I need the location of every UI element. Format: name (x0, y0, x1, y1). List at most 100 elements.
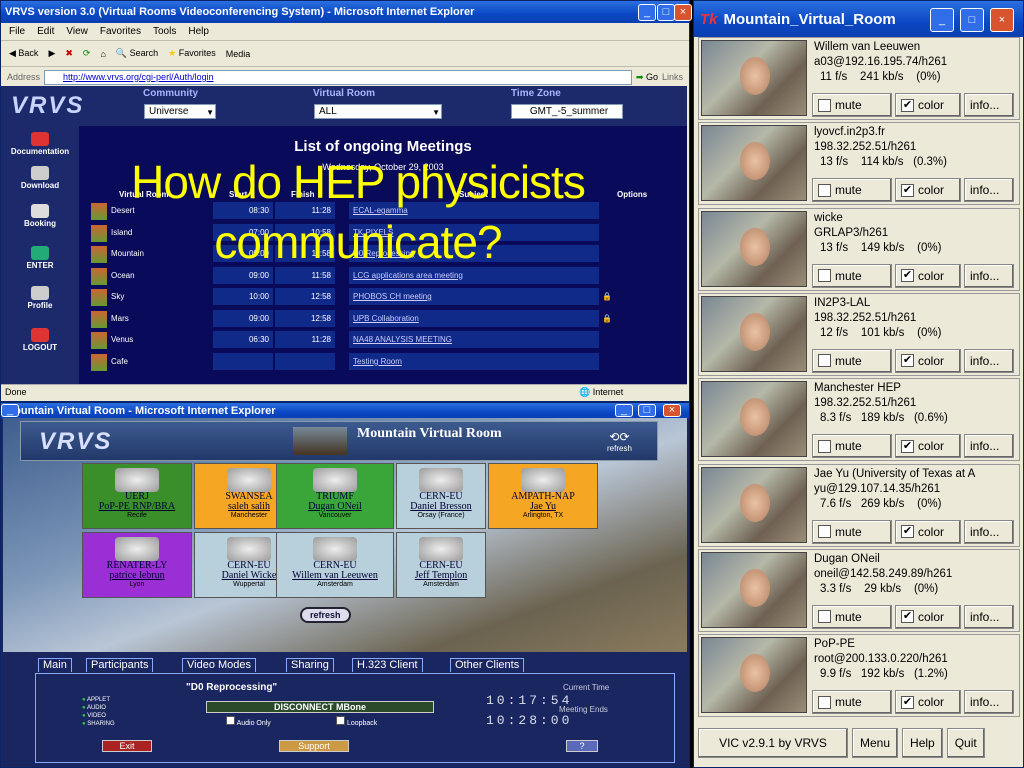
maximize-button[interactable]: □ (657, 4, 675, 21)
exit-button[interactable]: Exit (102, 740, 152, 752)
meeting-subject[interactable]: LCG applications area meeting (349, 266, 599, 284)
sidebar-item-download[interactable]: Download (5, 166, 75, 190)
go-button[interactable]: ➡ Go (636, 72, 658, 83)
maximize-button[interactable]: □ (638, 404, 656, 417)
video-thumbnail[interactable] (701, 551, 807, 628)
video-thumbnail[interactable] (701, 381, 807, 458)
site-tile[interactable]: CERN-EU Willem van Leeuwen Amsterdam (276, 532, 394, 598)
search-button[interactable]: 🔍 Search (116, 48, 158, 59)
menu-item[interactable]: View (66, 26, 88, 37)
video-thumbnail[interactable] (701, 295, 807, 372)
meeting-subject[interactable]: UPB Collaboration (349, 309, 599, 327)
site-tile[interactable]: AMPATH-NAP Jae Yu Arlington, TX (488, 463, 598, 529)
tab-h-323-client[interactable]: H.323 Client (352, 658, 423, 672)
site-tile[interactable]: CERN-EU Daniel Bresson Orsay (France) (396, 463, 486, 529)
menu-item[interactable]: Edit (37, 26, 54, 37)
site-tile[interactable]: RENATER-LY patrice lebrun Lyon (82, 532, 192, 598)
links-label[interactable]: Links (662, 72, 689, 82)
refresh-link[interactable]: ⟲⟳ refresh (607, 430, 632, 453)
room-name[interactable]: Cafe (111, 353, 128, 370)
site-tile[interactable]: UERJ PoP-PE RNP/BRA Recife (82, 463, 192, 529)
tab-video-modes[interactable]: Video Modes (182, 658, 257, 672)
quit-button[interactable]: Quit (946, 728, 985, 758)
minimize-button[interactable]: _ (615, 404, 633, 417)
info-button[interactable]: info... (964, 348, 1014, 373)
video-thumbnail[interactable] (701, 125, 807, 202)
refresh-button[interactable]: ⟳ (83, 48, 91, 59)
color-checkbox[interactable]: ✔ color (895, 434, 961, 459)
site-user[interactable]: patrice lebrun (83, 571, 191, 581)
color-checkbox[interactable]: ✔ color (895, 263, 961, 288)
menu-item[interactable]: File (9, 26, 25, 37)
meeting-subject[interactable]: PHOBOS CH meeting (349, 288, 599, 305)
mute-checkbox[interactable]: mute (812, 178, 892, 203)
close-button[interactable]: × (663, 404, 681, 417)
forward-button[interactable]: ▶ (48, 48, 55, 59)
sidebar-item-profile[interactable]: Profile (5, 286, 75, 310)
back-button[interactable]: ◀ Back (9, 48, 38, 59)
tab-main[interactable]: Main (38, 658, 72, 672)
meeting-subject[interactable]: TK PIXELS (349, 223, 599, 241)
audio-only-checkbox[interactable]: Audio Only (226, 716, 271, 727)
tab-other-clients[interactable]: Other Clients (450, 658, 525, 672)
site-tile[interactable]: TRIUMF Dugan ONeil Vancouver (276, 463, 394, 529)
info-button[interactable]: info... (964, 263, 1014, 288)
home-button[interactable]: ⌂ (100, 49, 105, 59)
info-button[interactable]: info... (964, 690, 1014, 715)
favorites-button[interactable]: ★ Favorites (168, 48, 216, 59)
menu-item[interactable]: Favorites (100, 26, 141, 37)
video-thumbnail[interactable] (701, 466, 807, 543)
room-name[interactable]: Sky (111, 288, 124, 305)
mute-checkbox[interactable]: mute (812, 690, 892, 715)
meeting-subject[interactable]: ECAL-egamma (349, 202, 599, 219)
sidebar-item-logout[interactable]: LOGOUT (5, 328, 75, 352)
site-tile[interactable]: CERN-EU Jeff Templon Amsterdam (396, 532, 486, 598)
mute-checkbox[interactable]: mute (812, 263, 892, 288)
help-button[interactable]: Help (902, 728, 943, 758)
url-input[interactable]: http://www.vrvs.org/cgi-perl/Auth/login (44, 69, 632, 85)
video-thumbnail[interactable] (701, 210, 807, 287)
video-thumbnail[interactable] (701, 637, 807, 714)
close-button[interactable]: × (990, 8, 1014, 32)
minimize-button[interactable]: _ (638, 4, 656, 21)
color-checkbox[interactable]: ✔ color (895, 690, 961, 715)
menu-button[interactable]: Menu (852, 728, 899, 758)
room-name[interactable]: Mars (111, 310, 129, 327)
room-name[interactable]: Desert (111, 202, 135, 219)
support-button[interactable]: Support (279, 740, 349, 752)
room-name[interactable]: Island (111, 224, 132, 241)
stop-button[interactable]: ✖ (65, 48, 73, 59)
sidebar-item-documentation[interactable]: Documentation (5, 132, 75, 156)
mute-checkbox[interactable]: mute (812, 348, 892, 373)
site-user[interactable]: Jeff Templon (397, 571, 485, 581)
minimize-button[interactable]: _ (930, 8, 954, 32)
info-button[interactable]: info... (964, 604, 1014, 629)
room-name[interactable]: Ocean (111, 267, 135, 284)
mute-checkbox[interactable]: mute (812, 519, 892, 544)
time-zone-field[interactable]: GMT_-5_summer (511, 104, 623, 119)
info-button[interactable]: info... (964, 434, 1014, 459)
site-user[interactable]: Daniel Bresson (397, 502, 485, 512)
meeting-subject[interactable]: Testing Room (349, 352, 599, 370)
room-name[interactable]: Mountain (111, 245, 144, 262)
meeting-subject[interactable]: D0 Reprocessing (349, 245, 599, 262)
site-user[interactable]: PoP-PE RNP/BRA (83, 502, 191, 512)
sidebar-item-booking[interactable]: Booking (5, 204, 75, 228)
info-button[interactable]: info... (964, 178, 1014, 203)
mute-checkbox[interactable]: mute (812, 434, 892, 459)
sidebar-item-enter[interactable]: ENTER (5, 246, 75, 270)
loopback-checkbox[interactable]: Loopback (336, 716, 377, 727)
color-checkbox[interactable]: ✔ color (895, 178, 961, 203)
help-button[interactable]: ? (566, 740, 598, 752)
menu-item[interactable]: Help (188, 26, 209, 37)
tab-sharing[interactable]: Sharing (286, 658, 334, 672)
disconnect-button[interactable]: DISCONNECT MBone (206, 701, 434, 713)
minimize-button[interactable]: _ (1, 404, 19, 417)
menu-item[interactable]: Tools (153, 26, 176, 37)
close-button[interactable]: × (674, 4, 692, 21)
info-button[interactable]: info... (964, 93, 1014, 117)
refresh-button[interactable]: refresh (300, 607, 351, 623)
maximize-button[interactable]: □ (960, 8, 984, 32)
meeting-subject[interactable]: NA48 ANALYSIS MEETING (349, 331, 599, 348)
site-user[interactable]: Willem van Leeuwen (277, 571, 393, 581)
